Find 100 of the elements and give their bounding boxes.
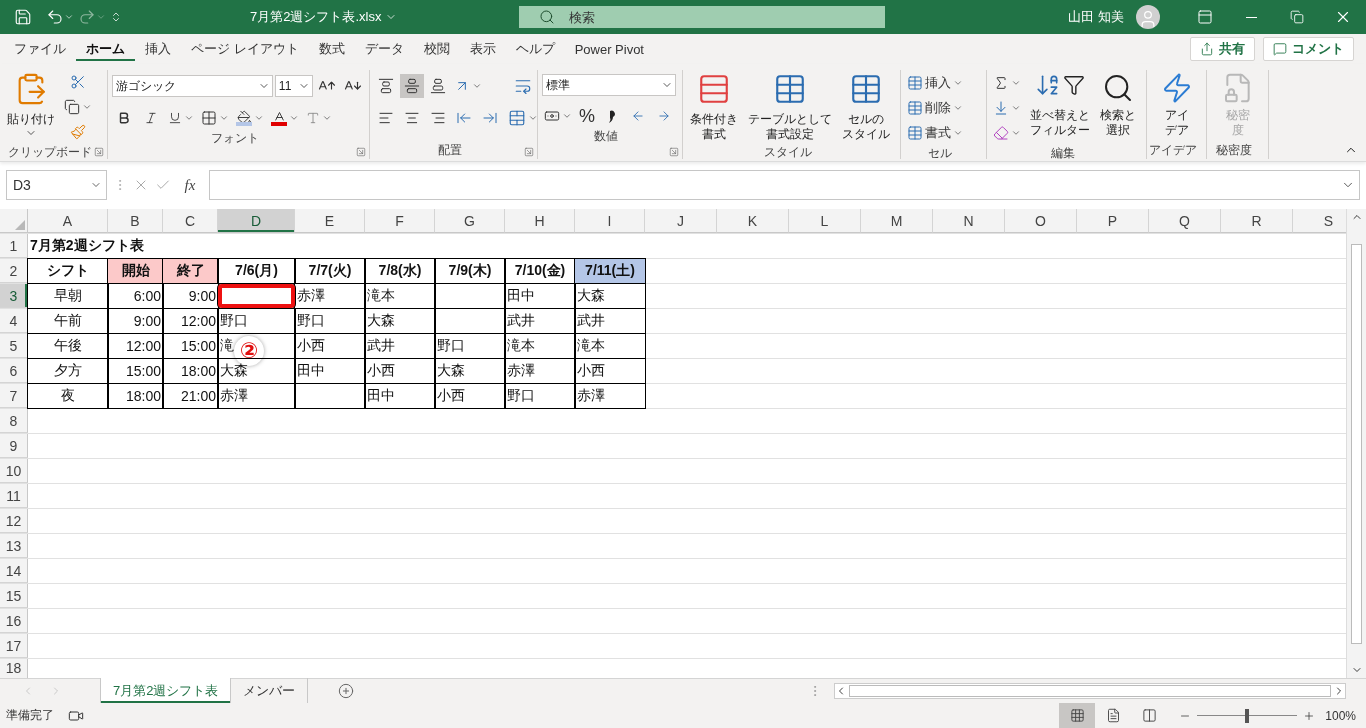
row-header[interactable]: 4: [0, 309, 28, 333]
row-header[interactable]: 3: [0, 284, 28, 308]
sort-filter-button[interactable]: 並べ替えと フィルター: [1027, 70, 1093, 145]
formula-input[interactable]: [209, 170, 1360, 200]
vertical-align-button[interactable]: [400, 74, 424, 98]
find-select-button[interactable]: 検索と 選択: [1097, 70, 1139, 145]
column-header[interactable]: A: [28, 209, 108, 233]
row-header[interactable]: 8: [0, 409, 28, 433]
column-header[interactable]: I: [575, 209, 645, 233]
minimize-icon: [1245, 16, 1257, 18]
row-header[interactable]: 12: [0, 509, 28, 533]
column-header[interactable]: H: [505, 209, 575, 233]
column-header[interactable]: P: [1077, 209, 1149, 233]
search-field[interactable]: 検索: [519, 6, 886, 28]
view-button[interactable]: [1059, 703, 1096, 728]
view-icon: [1141, 708, 1157, 723]
column-header[interactable]: C: [163, 209, 218, 233]
column-header[interactable]: Q: [1149, 209, 1221, 233]
table-cell: 12:00: [163, 309, 218, 333]
comma-icon: [608, 109, 616, 123]
row-header[interactable]: 6: [0, 359, 28, 383]
column-header[interactable]: G: [435, 209, 505, 233]
table-cell: 赤澤: [218, 384, 295, 408]
number-format-field[interactable]: 標準: [542, 74, 676, 96]
row-header[interactable]: 14: [0, 559, 28, 583]
column-header[interactable]: F: [365, 209, 435, 233]
font-name-field[interactable]: 游ゴシック: [112, 75, 273, 97]
column-header[interactable]: S: [1293, 209, 1346, 233]
add-sheet-icon: [338, 683, 355, 699]
scroll-thumb[interactable]: [1351, 243, 1362, 644]
align-icon: [404, 78, 420, 94]
share-button[interactable]: 共有: [1190, 37, 1255, 61]
column-header[interactable]: L: [789, 209, 861, 233]
row-header[interactable]: 5: [0, 334, 28, 358]
row-header[interactable]: 15: [0, 584, 28, 608]
row-header[interactable]: 9: [0, 434, 28, 458]
paste-button[interactable]: 貼り付け: [4, 70, 58, 144]
table-cell: 午前: [28, 309, 108, 333]
view-icon: [1069, 708, 1085, 723]
percent-button[interactable]: %: [576, 105, 598, 127]
table-cell: 午後: [28, 334, 108, 358]
caret-icon: [219, 113, 229, 123]
column-header[interactable]: M: [861, 209, 933, 233]
paint-bucket-icon: [236, 110, 252, 125]
column-header[interactable]: O: [1005, 209, 1077, 233]
table-cell: 7/11(土): [575, 259, 645, 283]
avatar[interactable]: [1136, 5, 1160, 29]
row-header[interactable]: 10: [0, 459, 28, 483]
zoom-thumb[interactable]: [1245, 708, 1250, 723]
menu-tab[interactable]: 表示: [459, 34, 506, 64]
column-header[interactable]: J: [645, 209, 717, 233]
menu-tab[interactable]: 数式: [308, 34, 355, 64]
cell-command-button[interactable]: 挿入: [905, 71, 982, 95]
style-button[interactable]: 条件付き 書式: [687, 70, 741, 144]
menu-tab[interactable]: データ: [354, 34, 414, 64]
comment-icon: [1273, 42, 1287, 56]
banknote-icon: [544, 108, 560, 124]
table-cell: 6:00: [108, 284, 163, 308]
row-header[interactable]: 16: [0, 609, 28, 633]
cell-command-button[interactable]: 書式: [905, 121, 982, 145]
table-cell: 田中: [505, 284, 575, 308]
menu-tab[interactable]: 校閲: [413, 34, 460, 64]
caret-icon: [322, 113, 332, 123]
menu-tab[interactable]: ホーム: [76, 34, 135, 64]
ideas-button[interactable]: アイ デア: [1157, 70, 1196, 142]
table-icon: [697, 72, 731, 106]
column-header[interactable]: D: [218, 209, 295, 233]
row-header[interactable]: 13: [0, 534, 28, 558]
menu-tab[interactable]: 挿入: [135, 34, 181, 64]
style-button[interactable]: セルの スタイル: [839, 70, 893, 144]
column-header[interactable]: E: [295, 209, 365, 233]
table-icon: [907, 75, 923, 91]
menu-tab[interactable]: ヘルプ: [505, 34, 565, 64]
launcher-icon: [356, 147, 366, 157]
column-header[interactable]: B: [108, 209, 163, 233]
scroll-thumb[interactable]: [849, 685, 1331, 697]
row-header[interactable]: 17: [0, 634, 28, 658]
share-icon: [1200, 42, 1214, 56]
style-button[interactable]: テーブルとして 書式設定: [745, 70, 835, 144]
column-header[interactable]: N: [933, 209, 1005, 233]
menu-tab[interactable]: Power Pivot: [564, 34, 654, 64]
cell-command-button[interactable]: 削除: [905, 96, 982, 120]
column-header[interactable]: K: [717, 209, 789, 233]
menu-tab[interactable]: ファイル: [4, 34, 76, 64]
font-size-field[interactable]: 11: [274, 75, 313, 97]
comment-button[interactable]: コメント: [1263, 37, 1354, 61]
row-header[interactable]: 2: [0, 259, 28, 283]
group-label: 数値: [594, 128, 618, 145]
insert-function-button[interactable]: fx: [177, 176, 203, 194]
column-header[interactable]: R: [1221, 209, 1293, 233]
table-cell: 田中: [295, 359, 365, 383]
sheet-tab[interactable]: 7月第2週シフト表: [100, 678, 232, 703]
row-header[interactable]: 7: [0, 384, 28, 408]
row-header[interactable]: 11: [0, 484, 28, 508]
menu-tab[interactable]: ページ レイアウト: [181, 34, 309, 64]
row-header[interactable]: 1: [0, 234, 28, 258]
customize-icon: [110, 11, 122, 23]
name-box[interactable]: D3: [6, 170, 107, 200]
sigma-icon: [993, 75, 1009, 91]
row-header[interactable]: 18: [0, 659, 28, 678]
